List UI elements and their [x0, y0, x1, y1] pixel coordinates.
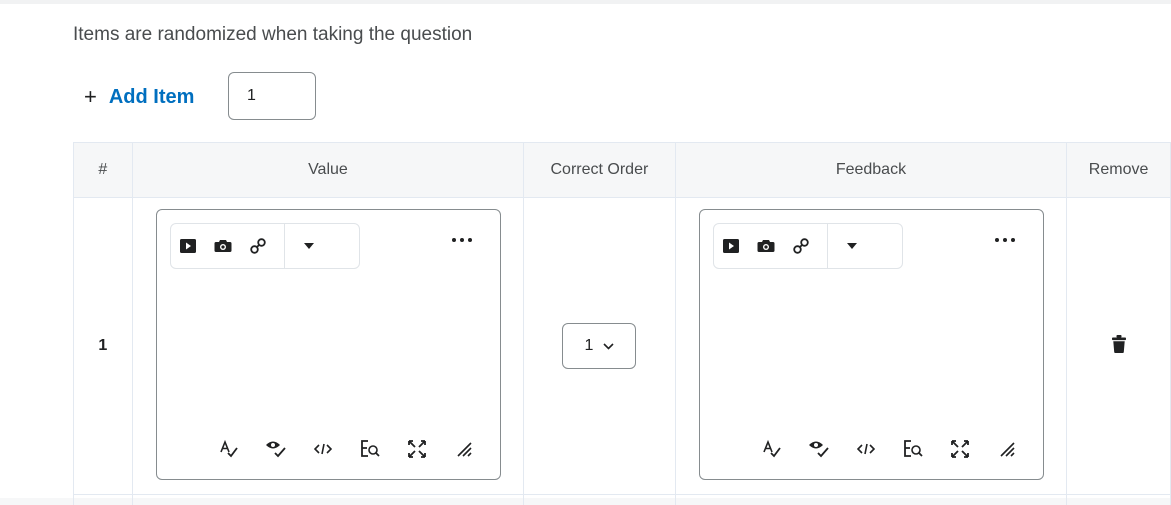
feedback-editor-toolbar — [713, 223, 903, 269]
more-actions-icon[interactable] — [448, 232, 476, 248]
fullscreen-icon[interactable] — [401, 432, 434, 465]
plus-icon: + — [84, 86, 97, 108]
col-header-remove: Remove — [1067, 143, 1171, 198]
find-replace-icon[interactable] — [354, 432, 387, 465]
value-cell — [132, 198, 523, 495]
resize-handle-icon[interactable] — [448, 432, 481, 465]
value-editor[interactable] — [156, 209, 501, 480]
col-header-value: Value — [132, 143, 523, 198]
insert-image-icon[interactable] — [749, 224, 784, 268]
insert-link-icon[interactable] — [784, 224, 819, 268]
correct-order-select[interactable]: 1 — [562, 323, 636, 369]
remove-cell — [1067, 198, 1171, 495]
add-item-button[interactable]: + Add Item — [84, 86, 194, 109]
items-table: # Value Correct Order Feedback Remove 1 — [73, 142, 1171, 505]
feedback-editor-bottom-toolbar — [756, 432, 1024, 465]
col-header-correct-order: Correct Order — [524, 143, 676, 198]
col-header-feedback: Feedback — [675, 143, 1066, 198]
randomized-hint: Items are randomized when taking the que… — [73, 24, 472, 46]
correct-order-cell: 1 — [524, 198, 676, 495]
col-header-index: # — [74, 143, 133, 198]
source-code-icon[interactable] — [850, 432, 883, 465]
accessibility-checker-icon[interactable] — [260, 432, 293, 465]
table-row: 1 — [74, 198, 1171, 495]
add-item-row: + Add Item — [84, 72, 194, 122]
table-header-row: # Value Correct Order Feedback Remove — [74, 143, 1171, 198]
more-insert-dropdown-icon[interactable] — [828, 224, 876, 268]
add-item-label: Add Item — [109, 86, 195, 109]
chevron-down-icon — [603, 343, 614, 350]
insert-image-icon[interactable] — [206, 224, 241, 268]
spellcheck-icon[interactable] — [213, 432, 246, 465]
accessibility-checker-icon[interactable] — [803, 432, 836, 465]
feedback-editor[interactable] — [699, 209, 1044, 480]
item-count-input[interactable] — [228, 72, 316, 120]
resize-handle-icon[interactable] — [991, 432, 1024, 465]
fullscreen-icon[interactable] — [944, 432, 977, 465]
value-editor-toolbar — [170, 223, 360, 269]
trash-icon[interactable] — [1112, 335, 1126, 358]
table-row — [74, 495, 1171, 505]
spellcheck-icon[interactable] — [756, 432, 789, 465]
insert-media-icon[interactable] — [714, 224, 749, 268]
row-index: 1 — [74, 198, 133, 495]
more-actions-icon[interactable] — [991, 232, 1019, 248]
question-items-panel: Items are randomized when taking the que… — [0, 0, 1171, 498]
insert-link-icon[interactable] — [241, 224, 276, 268]
value-editor-bottom-toolbar — [213, 432, 481, 465]
insert-media-icon[interactable] — [171, 224, 206, 268]
feedback-cell — [675, 198, 1066, 495]
source-code-icon[interactable] — [307, 432, 340, 465]
more-insert-dropdown-icon[interactable] — [285, 224, 333, 268]
correct-order-value: 1 — [584, 337, 593, 355]
find-replace-icon[interactable] — [897, 432, 930, 465]
